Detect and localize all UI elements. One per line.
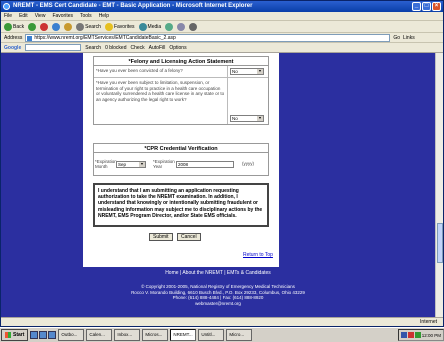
menu-edit[interactable]: Edit: [19, 12, 28, 20]
status-bar: Internet: [1, 317, 443, 326]
expiration-month-select[interactable]: Sep: [116, 160, 146, 168]
menu-file[interactable]: File: [4, 12, 12, 20]
ie-icon: [3, 3, 10, 10]
google-search-button[interactable]: Search: [85, 45, 101, 51]
menu-view[interactable]: View: [35, 12, 46, 20]
menu-favorites[interactable]: Favorites: [52, 12, 73, 20]
menu-help[interactable]: Help: [99, 12, 109, 20]
history-button[interactable]: [165, 22, 174, 31]
footer-info: © Copyright 2001-2005, National Registry…: [1, 284, 435, 306]
check-button[interactable]: Check: [130, 45, 144, 51]
media-icon: [138, 22, 147, 31]
license-question-row: *Have you ever been subject to limitatio…: [94, 78, 268, 124]
tray-icon[interactable]: [400, 332, 407, 338]
webmaster-email[interactable]: webmaster@nremt.org: [1, 301, 435, 307]
license-question: *Have you ever been subject to limitatio…: [94, 78, 228, 124]
print-button[interactable]: [189, 22, 198, 31]
zone-indicator: Internet: [420, 319, 437, 325]
taskbar-button-active[interactable]: NREMT...: [170, 329, 197, 341]
popup-blocked-count[interactable]: 0 blocked: [105, 45, 126, 51]
google-logo: Google: [4, 44, 22, 51]
taskbar-button[interactable]: Micros...: [142, 329, 169, 341]
system-tray: 12:00 PM: [397, 329, 444, 341]
refresh-button[interactable]: [52, 22, 61, 31]
close-button[interactable]: ×: [432, 2, 441, 11]
google-search-input[interactable]: [25, 44, 82, 51]
minimize-button[interactable]: _: [412, 2, 421, 11]
google-toolbar: Google Search 0 blocked Check AutoFill O…: [1, 43, 443, 53]
start-button[interactable]: Start: [1, 329, 29, 341]
search-button[interactable]: Search: [76, 21, 101, 33]
expiration-year-label: *Expiration Year: [153, 158, 175, 170]
taskbar-button[interactable]: Inbox...: [114, 329, 141, 341]
felony-heading: *Felony and Licensing Action Statement: [94, 57, 268, 66]
title-bar: NREMT - EMS Cert Candidate - EMT - Basic…: [1, 1, 443, 12]
felony-select[interactable]: No: [230, 68, 264, 75]
cpr-heading: *CPR Credential Verification: [94, 144, 268, 153]
star-icon: [104, 22, 113, 31]
forward-button[interactable]: [28, 22, 37, 31]
options-button[interactable]: Options: [169, 45, 186, 51]
taskbar: Start Outbo... Calen... Inbox... Micros.…: [0, 327, 444, 342]
windows-logo-icon: [5, 332, 11, 338]
quicklaunch-icon[interactable]: [48, 331, 57, 339]
address-bar: Address https://www.nremt.org/EMTService…: [1, 33, 443, 43]
attestation-notice: I understand that I am submitting an app…: [93, 183, 269, 227]
taskbar-button[interactable]: Untitl...: [198, 329, 225, 341]
tray-icon[interactable]: [407, 332, 414, 338]
tray-icon[interactable]: [414, 332, 421, 338]
address-input[interactable]: https://www.nremt.org/EMTServices/EMTCan…: [25, 33, 391, 42]
media-button[interactable]: Media: [138, 21, 161, 33]
felony-question: *Have you ever been convicted of a felon…: [94, 66, 228, 77]
favorites-button[interactable]: Favorites: [104, 21, 135, 33]
address-label: Address: [4, 34, 23, 41]
expiration-month-label: *Expiration Month: [95, 158, 117, 170]
window-title: NREMT - EMS Cert Candidate - EMT - Basic…: [13, 3, 253, 9]
back-arrow-icon: [4, 22, 12, 31]
page-content: *Felony and Licensing Action Statement *…: [1, 53, 435, 317]
search-icon: [76, 22, 85, 31]
quicklaunch-icon[interactable]: [30, 331, 39, 339]
mail-button[interactable]: [177, 22, 186, 31]
vertical-scrollbar[interactable]: [435, 53, 443, 317]
form-panel: *Felony and Licensing Action Statement *…: [83, 53, 279, 267]
maximize-button[interactable]: □: [422, 2, 431, 11]
cpr-section: *CPR Credential Verification *Expiration…: [93, 143, 269, 176]
year-format-hint: (yyyy): [242, 161, 254, 167]
taskbar-button[interactable]: Outbo...: [58, 329, 85, 341]
menu-bar: File Edit View Favorites Tools Help: [1, 12, 443, 21]
cpr-row: *Expiration Month Sep *Expiration Year 2…: [94, 153, 268, 175]
standard-toolbar: Back Search Favorites Media: [1, 21, 443, 33]
autofill-button[interactable]: AutoFill: [149, 45, 166, 51]
stop-button[interactable]: [40, 22, 49, 31]
expiration-year-input[interactable]: 2008: [176, 160, 234, 168]
return-to-top-link[interactable]: Return to Top: [243, 252, 273, 258]
go-button[interactable]: Go: [393, 35, 400, 41]
quick-launch: [30, 331, 57, 339]
license-select[interactable]: No: [230, 115, 264, 122]
home-button[interactable]: [64, 22, 73, 31]
back-button[interactable]: Back: [4, 21, 24, 33]
submit-button[interactable]: Submit: [149, 233, 173, 241]
quicklaunch-icon[interactable]: [39, 331, 48, 339]
taskbar-button[interactable]: Calen...: [86, 329, 113, 341]
felony-section: *Felony and Licensing Action Statement *…: [93, 56, 269, 125]
taskbar-button[interactable]: Micro...: [226, 329, 253, 341]
clock: 12:00 PM: [421, 332, 441, 338]
cancel-button[interactable]: Cancel: [177, 233, 201, 241]
menu-tools[interactable]: Tools: [80, 12, 92, 20]
felony-question-row: *Have you ever been convicted of a felon…: [94, 66, 268, 78]
links-button[interactable]: Links: [403, 35, 415, 41]
browser-window: NREMT - EMS Cert Candidate - EMT - Basic…: [0, 0, 444, 327]
footer-nav[interactable]: Home | About the NREMT | EMTs & Candidat…: [1, 270, 435, 277]
scroll-thumb[interactable]: [437, 223, 443, 263]
